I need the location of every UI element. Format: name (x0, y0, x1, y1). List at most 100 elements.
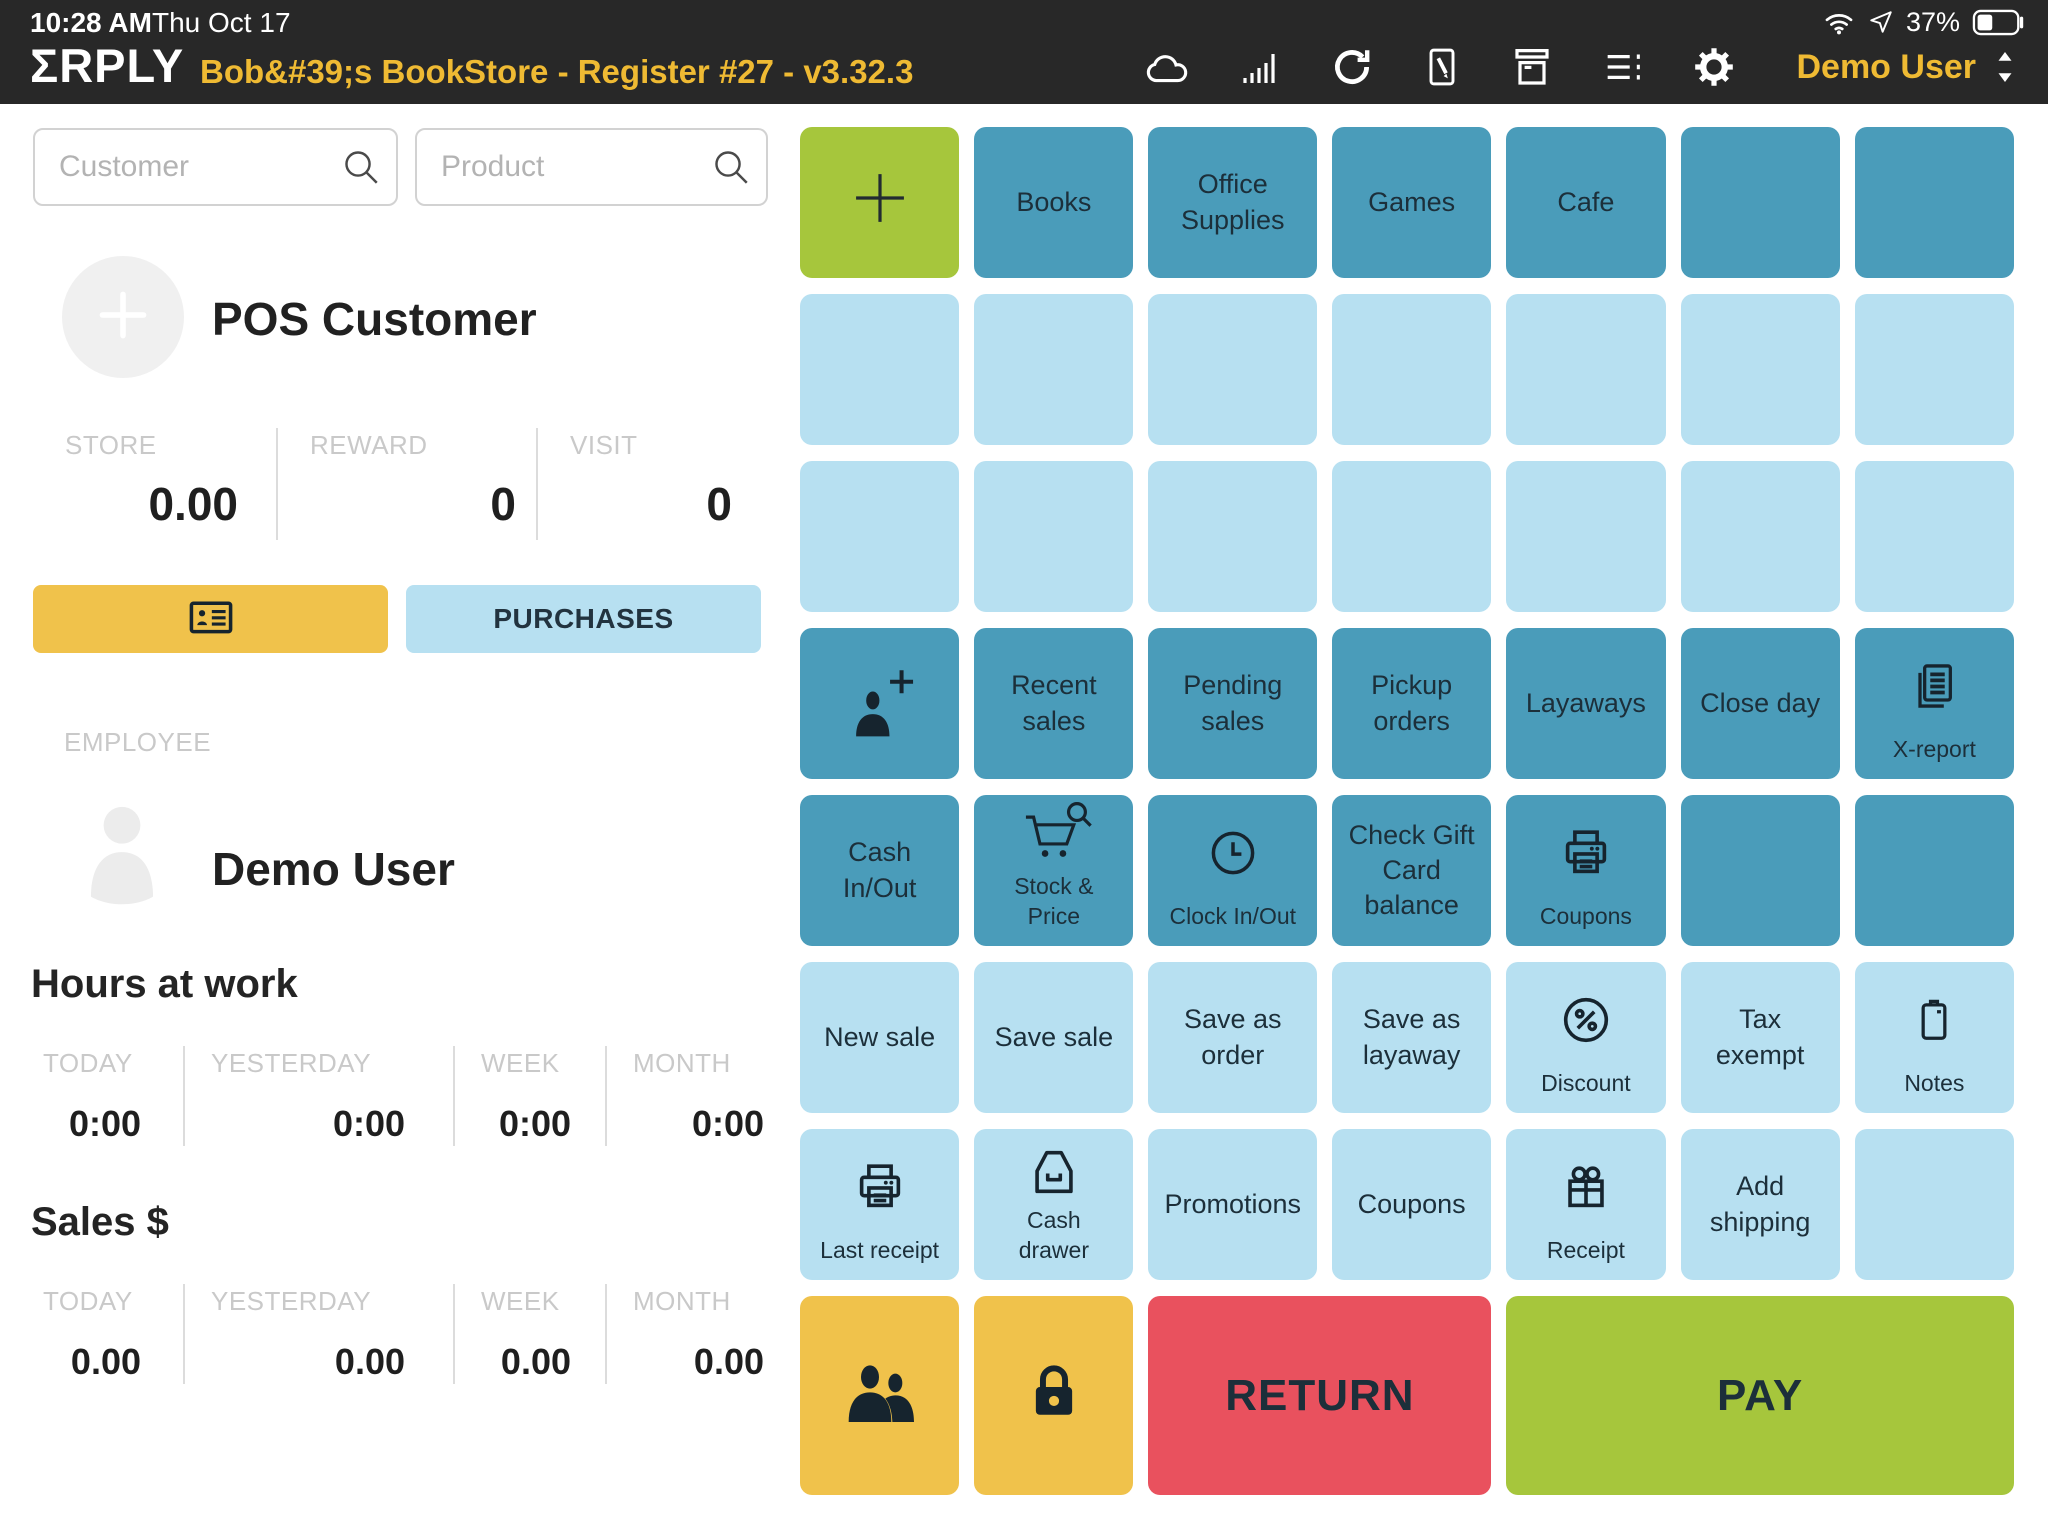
tile-label: X-report (1893, 735, 1976, 779)
hours-at-work-title: Hours at work (31, 962, 298, 1007)
stat-value: 0 (278, 477, 536, 531)
tile-last-receipt[interactable]: Last receipt (800, 1129, 959, 1280)
stat-value: 0:00 (607, 1103, 768, 1145)
register-icon[interactable] (1508, 43, 1556, 91)
customer-card-button[interactable] (33, 585, 388, 653)
tile-label: Save as layaway (1348, 1002, 1475, 1072)
tile-pending-sales[interactable]: Pending sales (1148, 628, 1317, 779)
stat-label: YESTERDAY (185, 1046, 453, 1079)
gear-icon[interactable] (1690, 43, 1738, 91)
tile-label: Cash drawer (990, 1206, 1117, 1280)
tablet-pencil-icon[interactable] (1420, 43, 1464, 91)
notes-icon (1908, 962, 1960, 1069)
tile-pickup-orders[interactable]: Pickup orders (1332, 628, 1491, 779)
tile-new-sale[interactable]: New sale (800, 962, 959, 1113)
stat-label: TODAY (33, 1046, 183, 1079)
battery-percent: 37% (1906, 7, 1960, 38)
employee-section-label: EMPLOYEE (64, 727, 211, 758)
tile-empty (1332, 294, 1491, 445)
tile-check-gift-card-balance[interactable]: Check Gift Card balance (1332, 795, 1491, 946)
tile-label: Coupons (1358, 1187, 1466, 1222)
search-icon (340, 146, 382, 193)
tile-label: Cash In/Out (816, 835, 943, 905)
tile-cash-in-out[interactable]: Cash In/Out (800, 795, 959, 946)
purchases-button[interactable]: PURCHASES (406, 585, 761, 653)
tile-empty (1148, 461, 1317, 612)
tile-category-games[interactable]: Games (1332, 127, 1491, 278)
tile-clock-in-out[interactable]: Clock In/Out (1148, 795, 1317, 946)
tile-pay[interactable]: PAY (1506, 1296, 2014, 1495)
user-switcher[interactable]: Demo User (1796, 47, 2020, 87)
stock-price-icon (1013, 790, 1095, 872)
sync-icon[interactable] (1328, 43, 1376, 91)
tile-empty (1332, 461, 1491, 612)
stat-value: 0.00 (185, 1341, 453, 1383)
printer-icon (851, 1129, 909, 1236)
tile-category-office-supplies[interactable]: Office Supplies (1148, 127, 1317, 278)
tile-category-books[interactable]: Books (974, 127, 1133, 278)
tile-tax-exempt[interactable]: Tax exempt (1681, 962, 1840, 1113)
tile-add-shipping[interactable]: Add shipping (1681, 1129, 1840, 1280)
tile-label: Stock & Price (990, 872, 1117, 946)
tile-label: RETURN (1225, 1367, 1414, 1424)
employee-avatar-icon (76, 796, 168, 927)
tile-label: Discount (1541, 1069, 1630, 1113)
tile-label: Promotions (1164, 1187, 1301, 1222)
tile-lock[interactable] (974, 1296, 1133, 1495)
search-icon (710, 146, 752, 193)
add-customer-avatar[interactable] (62, 256, 184, 378)
cloud-icon[interactable] (1142, 42, 1192, 92)
tile-save-sale[interactable]: Save sale (974, 962, 1133, 1113)
employee-name: Demo User (212, 842, 455, 896)
tile-customers[interactable] (800, 1296, 959, 1495)
tile-add-customer[interactable] (800, 628, 959, 779)
stat-value: 0:00 (33, 1103, 183, 1145)
tile-coupons[interactable]: Coupons (1332, 1129, 1491, 1280)
tile-promotions[interactable]: Promotions (1148, 1129, 1317, 1280)
stat-label: MONTH (607, 1284, 768, 1317)
tile-discount[interactable]: Discount (1506, 962, 1665, 1113)
tile-category-cafe[interactable]: Cafe (1506, 127, 1665, 278)
plus-icon (845, 163, 915, 242)
tile-save-as-layaway[interactable]: Save as layaway (1332, 962, 1491, 1113)
function-grid: BooksOffice SuppliesGames Cafe Recent sale… (800, 127, 2014, 1495)
tile-label: Receipt (1547, 1236, 1625, 1280)
tile-close-day[interactable]: Close day (1681, 628, 1840, 779)
tile-label: Pickup orders (1348, 668, 1475, 738)
tile-gift-receipt[interactable]: Receipt (1506, 1129, 1665, 1280)
signal-bars-icon[interactable] (1236, 43, 1284, 91)
tile-return[interactable]: RETURN (1148, 1296, 1491, 1495)
stat-label: YESTERDAY (185, 1284, 453, 1317)
tile-layaways[interactable]: Layaways (1506, 628, 1665, 779)
tile-print-coupons[interactable]: Coupons (1506, 795, 1665, 946)
tile-empty (1855, 461, 2014, 612)
wifi-icon (1822, 5, 1856, 39)
tile-label: Save sale (995, 1020, 1114, 1055)
tile-label: Close day (1700, 686, 1820, 721)
clock-icon (1205, 795, 1261, 902)
tile-label: Recent sales (990, 668, 1117, 738)
plus-icon (90, 282, 156, 353)
sales-title: Sales $ (31, 1200, 169, 1245)
customer-stats: STORE0.00 REWARD0 VISIT0 (33, 428, 768, 540)
stat-label: WEEK (455, 1046, 605, 1079)
tile-label: Last receipt (820, 1236, 939, 1280)
tile-label: Cafe (1557, 185, 1614, 220)
tile-label: PAY (1717, 1367, 1803, 1424)
gift-icon (1557, 1129, 1615, 1236)
tile-cash-drawer[interactable]: Cash drawer (974, 1129, 1133, 1280)
tile-save-as-order[interactable]: Save as order (1148, 962, 1317, 1113)
tile-add-product-group[interactable] (800, 127, 959, 278)
menu-list-icon[interactable] (1600, 44, 1646, 90)
stat-label: TODAY (33, 1284, 183, 1317)
stat-value: 0.00 (455, 1341, 605, 1383)
tile-empty (1855, 795, 2014, 946)
tile-notes[interactable]: Notes (1855, 962, 2014, 1113)
stat-label: STORE (33, 428, 276, 461)
stat-label: VISIT (538, 428, 768, 461)
tile-x-report[interactable]: X-report (1855, 628, 2014, 779)
current-user: Demo User (1796, 48, 1976, 87)
location-icon (1868, 9, 1894, 35)
tile-recent-sales[interactable]: Recent sales (974, 628, 1133, 779)
tile-stock-and-price[interactable]: Stock & Price (974, 795, 1133, 946)
